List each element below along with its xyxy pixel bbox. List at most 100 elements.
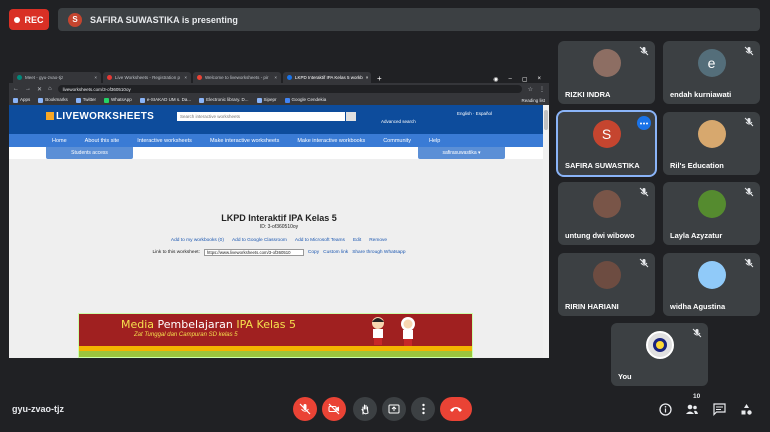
participant-name: Layla Azyzatur bbox=[670, 231, 723, 240]
participant-tile[interactable]: Layla Azyzatur bbox=[663, 182, 760, 245]
participant-name: SAFIRA SUWASTIKA bbox=[565, 161, 640, 170]
menu-icon: ⋮ bbox=[539, 86, 545, 93]
page-scrollbar bbox=[543, 105, 549, 358]
browser-tab-bar: Meet - gyu-zvao-tjz × Live Worksheets - R… bbox=[9, 70, 549, 83]
participants-button[interactable] bbox=[684, 401, 700, 417]
link-row: Link to this worksheet: https://www.live… bbox=[9, 249, 549, 256]
info-icon bbox=[658, 402, 672, 416]
participant-avatar: S bbox=[592, 120, 621, 148]
remove-link: Remove bbox=[369, 238, 388, 243]
mic-off-icon bbox=[744, 117, 754, 127]
participant-name: widha Agustina bbox=[670, 302, 726, 311]
nav-item: Interactive worksheets bbox=[137, 137, 192, 144]
star-icon: ☆ bbox=[527, 86, 533, 93]
tab-favicon-icon bbox=[287, 75, 292, 80]
self-photo bbox=[645, 331, 674, 359]
site-nav: Home About this site Interactive workshe… bbox=[9, 134, 549, 147]
presenting-banner: S SAFIRA SUWASTIKA is presenting bbox=[58, 8, 760, 31]
logo-grid-icon bbox=[46, 112, 54, 121]
site-logo: LIVEWORKSHEETS bbox=[46, 111, 154, 122]
vertical-dots-icon bbox=[421, 403, 425, 415]
participant-count-badge: 10 bbox=[693, 393, 701, 400]
presenting-text: SAFIRA SUWASTIKA is presenting bbox=[90, 14, 238, 25]
mic-off-icon bbox=[744, 187, 754, 197]
camera-toggle-button[interactable] bbox=[322, 397, 346, 421]
bookmark-item: Sipepr bbox=[256, 97, 277, 103]
meeting-details-button[interactable] bbox=[657, 401, 673, 417]
site-search-input: Search interactive worksheets bbox=[177, 112, 345, 121]
banner-title: Media Pembelajaran IPA Kelas 5 bbox=[121, 318, 297, 331]
advanced-search-link: Advanced search bbox=[381, 119, 416, 124]
participant-photo bbox=[592, 190, 621, 218]
forward-icon: → bbox=[25, 86, 31, 92]
participant-name: RIRIN HARIANI bbox=[565, 302, 619, 311]
present-icon bbox=[388, 404, 400, 414]
bookmark-item: Apps bbox=[13, 97, 30, 103]
worksheet-banner: Media Pembelajaran IPA Kelas 5 Zat Tungg… bbox=[78, 313, 473, 358]
nav-item: Make interactive worksheets bbox=[209, 137, 280, 144]
mic-off-icon bbox=[744, 46, 754, 56]
self-tile[interactable]: You bbox=[611, 323, 708, 386]
leave-call-button[interactable] bbox=[440, 397, 472, 421]
link-field: https://www.liveworksheets.com/3-of36051… bbox=[203, 249, 304, 256]
participant-name: untung dwi wibowo bbox=[565, 231, 635, 240]
worksheet-id: ID: 3-of360510oy bbox=[259, 224, 299, 230]
participant-tile[interactable]: widha Agustina bbox=[663, 253, 760, 316]
teams-link: Add to Microsoft Teams bbox=[294, 238, 345, 243]
new-tab-icon: + bbox=[377, 74, 382, 83]
chat-icon bbox=[712, 402, 726, 416]
worksheet-actions: Add to my workbooks (0) Add to Google Cl… bbox=[9, 238, 549, 243]
add-workbook-link: Add to my workbooks (0) bbox=[170, 238, 224, 243]
participant-tile[interactable]: RIZKI INDRA bbox=[558, 41, 655, 104]
user-menu-button: safirasuwastika ▾ bbox=[418, 147, 505, 159]
raise-hand-button[interactable] bbox=[353, 397, 377, 421]
activities-icon bbox=[741, 403, 752, 415]
participant-tile[interactable]: Ril's Education bbox=[663, 112, 760, 175]
address-bar: ← → ✕ ⌂ liveworksheets.com/3-of360510oy … bbox=[9, 83, 549, 95]
browser-tab: Live Worksheets - Registration p × bbox=[103, 72, 191, 83]
more-dots-icon bbox=[640, 122, 648, 124]
language-links: English · Español bbox=[457, 111, 493, 116]
top-bar: REC S SAFIRA SUWASTIKA is presenting bbox=[0, 0, 770, 38]
window-controls: ◉ – ▢ × bbox=[493, 76, 541, 83]
more-options-button[interactable] bbox=[411, 397, 435, 421]
bookmark-item: Electronic library. D... bbox=[199, 97, 249, 103]
url-field: liveworksheets.com/3-of360510oy bbox=[57, 85, 522, 93]
more-options-button[interactable] bbox=[637, 116, 651, 130]
participant-tile[interactable]: e endah kurniawati bbox=[663, 41, 760, 104]
present-screen-button[interactable] bbox=[382, 397, 406, 421]
people-icon bbox=[686, 404, 698, 414]
mic-toggle-button[interactable] bbox=[293, 397, 317, 421]
tab-favicon-icon bbox=[197, 75, 202, 80]
emblem-icon bbox=[652, 338, 667, 352]
nav-item: About this site bbox=[84, 137, 120, 144]
close-load-icon: ✕ bbox=[37, 86, 43, 93]
participant-tile[interactable]: RIRIN HARIANI bbox=[558, 253, 655, 316]
rec-label: REC bbox=[24, 14, 44, 25]
bookmark-item: Bookmarks bbox=[38, 97, 68, 103]
chat-button[interactable] bbox=[711, 401, 727, 417]
hang-up-icon bbox=[450, 407, 462, 412]
activities-button[interactable] bbox=[738, 401, 754, 417]
participant-tile[interactable]: untung dwi wibowo bbox=[558, 182, 655, 245]
nav-item: Home bbox=[52, 137, 67, 144]
custom-link: Custom link bbox=[323, 250, 349, 255]
participant-photo bbox=[697, 261, 726, 289]
participant-photo bbox=[697, 190, 726, 218]
bookmark-item: Twitter bbox=[75, 97, 96, 103]
browser-tab: Welcome to liveworksheets - pir × bbox=[193, 72, 281, 83]
mic-off-icon bbox=[639, 187, 649, 197]
bookmark-item: WhatsApp bbox=[104, 97, 132, 103]
meeting-code: gyu-zvao-tjz bbox=[12, 404, 65, 414]
recording-indicator: REC bbox=[9, 9, 49, 30]
link-label: Link to this worksheet: bbox=[152, 250, 200, 255]
bookmark-item: Google Cendekia bbox=[284, 97, 326, 103]
site-header: LIVEWORKSHEETS Search interactive worksh… bbox=[9, 105, 549, 134]
mic-off-icon bbox=[744, 258, 754, 268]
back-icon: ← bbox=[13, 86, 19, 92]
participant-tile-presenter[interactable]: S SAFIRA SUWASTIKA bbox=[556, 110, 657, 177]
worksheet-page: LIVEWORKSHEETS Search interactive worksh… bbox=[9, 105, 549, 358]
student-boy-illustration bbox=[372, 317, 384, 345]
record-dot-icon bbox=[14, 16, 21, 23]
home-icon: ⌂ bbox=[48, 86, 52, 92]
